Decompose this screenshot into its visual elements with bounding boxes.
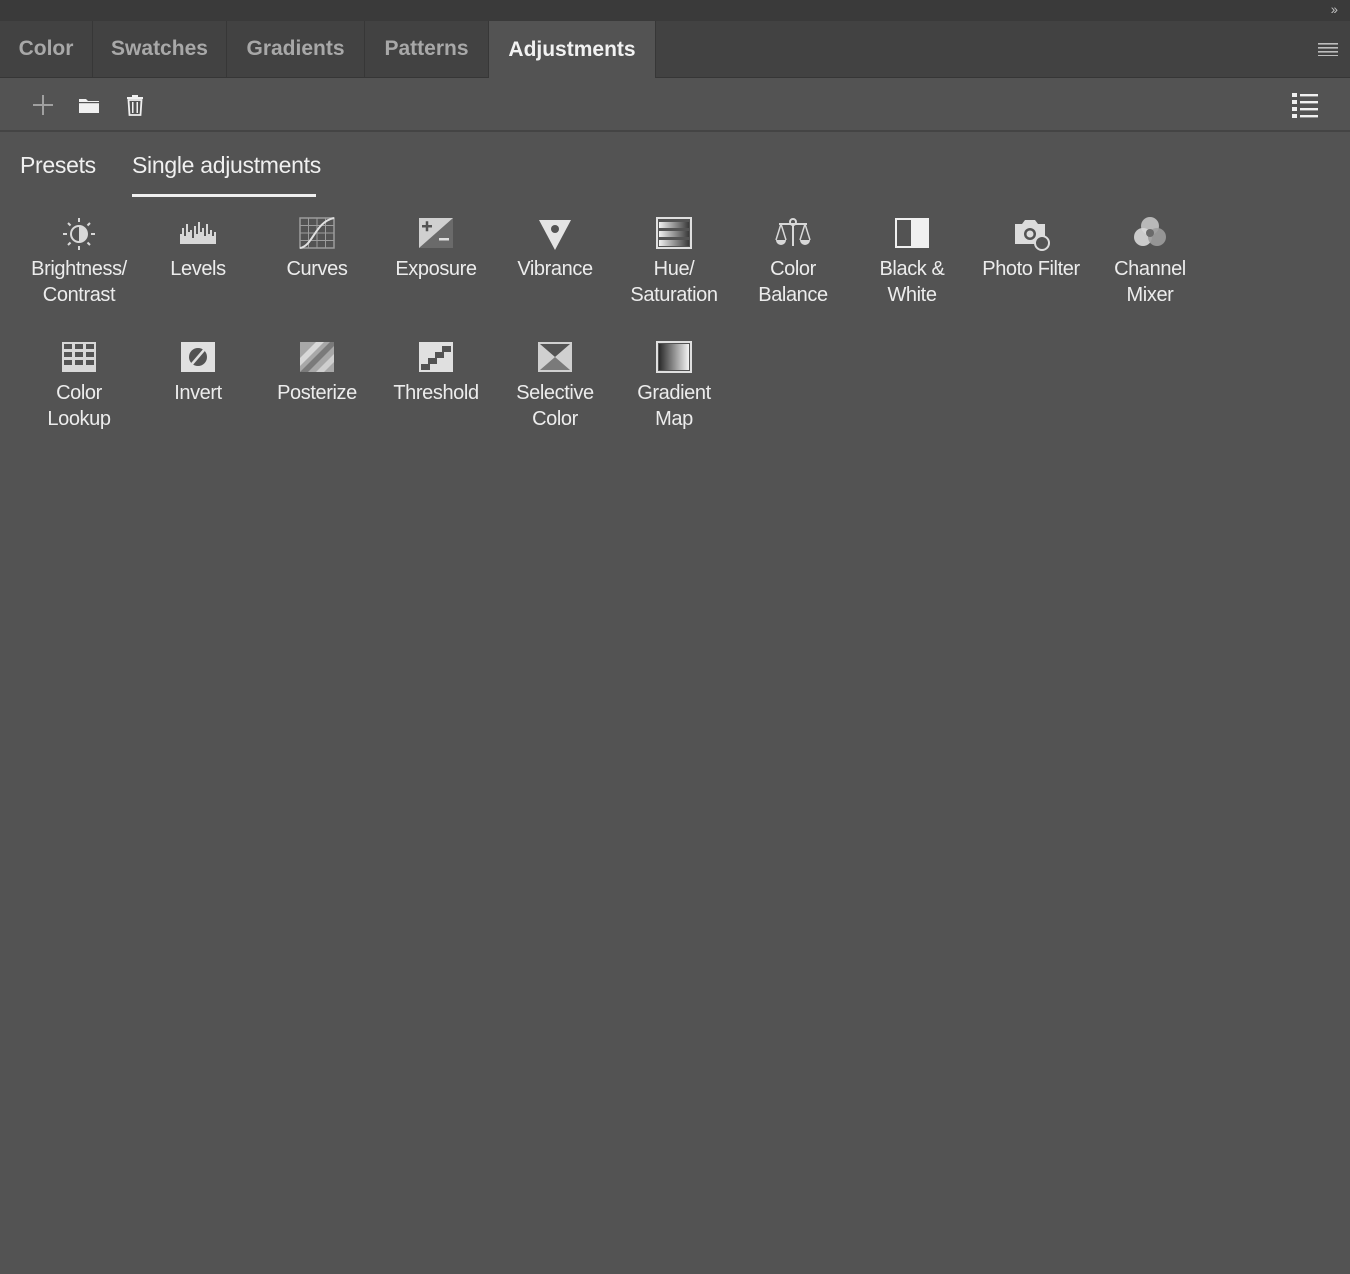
- adjustments-panel: ›› Color Swatches Gradients Patterns Adj…: [0, 0, 1350, 1274]
- adjustment-posterize[interactable]: Posterize: [258, 336, 376, 406]
- color-lookup-icon: [62, 342, 96, 372]
- adjustment-threshold[interactable]: Threshold: [377, 336, 495, 406]
- adjustment-hue-saturation[interactable]: Hue/ Saturation: [615, 212, 733, 308]
- adjustment-label: Brightness/ Contrast: [31, 258, 127, 306]
- tab-patterns[interactable]: Patterns: [365, 21, 489, 77]
- adjustment-subtabs: Presets Single adjustments: [0, 140, 1350, 200]
- exposure-icon: [419, 218, 453, 248]
- adjustment-label: Posterize: [277, 382, 357, 404]
- adjustment-vibrance[interactable]: Vibrance: [496, 212, 614, 282]
- list-view-icon[interactable]: [1290, 90, 1320, 120]
- tab-gradients[interactable]: Gradients: [227, 21, 365, 77]
- subtab-single-adjustments[interactable]: Single adjustments: [132, 152, 321, 179]
- adjustment-label: Channel Mixer: [1114, 258, 1186, 306]
- adjustment-label: Color Lookup: [47, 382, 111, 430]
- adjustment-levels[interactable]: Levels: [139, 212, 257, 282]
- adjustment-color-balance[interactable]: Color Balance: [734, 212, 852, 308]
- adjustment-selective-color[interactable]: Selective Color: [496, 336, 614, 432]
- tab-adjustments[interactable]: Adjustments: [489, 21, 656, 78]
- adjustment-label: Hue/ Saturation: [630, 258, 718, 306]
- active-subtab-indicator: [132, 194, 316, 197]
- tab-color[interactable]: Color: [0, 21, 93, 77]
- trash-icon[interactable]: [122, 92, 148, 118]
- adjustment-photo-filter[interactable]: Photo Filter: [972, 212, 1090, 282]
- photo-filter-icon: [1015, 220, 1050, 251]
- hue-saturation-icon: [656, 217, 692, 249]
- adjustment-label: Gradient Map: [637, 382, 711, 430]
- levels-icon: [180, 222, 216, 244]
- gradient-map-icon: [656, 341, 692, 373]
- plus-icon[interactable]: [30, 92, 56, 118]
- channel-mixer-icon: [1134, 217, 1166, 246]
- threshold-icon: [419, 342, 453, 372]
- black-white-icon: [895, 218, 929, 248]
- collapse-panel-icon[interactable]: ››: [1331, 1, 1338, 17]
- adjustment-label: Selective Color: [516, 382, 594, 430]
- adjustment-label: Invert: [174, 382, 222, 404]
- adjustment-curves[interactable]: Curves: [258, 212, 376, 282]
- adjustment-label: Color Balance: [758, 258, 828, 306]
- posterize-icon: [300, 342, 334, 372]
- adjustment-color-lookup[interactable]: Color Lookup: [20, 336, 138, 432]
- tab-swatches[interactable]: Swatches: [93, 21, 227, 77]
- adjustment-exposure[interactable]: Exposure: [377, 212, 495, 282]
- adjustment-label: Levels: [170, 258, 226, 280]
- adjustment-label: Black & White: [879, 258, 945, 306]
- panel-menu-icon[interactable]: [1318, 42, 1338, 56]
- adjustment-gradient-map[interactable]: Gradient Map: [615, 336, 733, 432]
- adjustment-label: Vibrance: [517, 258, 593, 280]
- subtab-presets[interactable]: Presets: [20, 152, 96, 179]
- adjustment-black-white[interactable]: Black & White: [853, 212, 971, 308]
- adjustment-label: Exposure: [395, 258, 477, 280]
- curves-icon: [299, 217, 335, 249]
- panel-tab-bar: Color Swatches Gradients Patterns Adjust…: [0, 21, 1350, 78]
- adjustment-label: Curves: [286, 258, 348, 280]
- adjustments-toolbar: [0, 78, 1350, 132]
- panel-title-bar: ››: [0, 0, 1350, 21]
- invert-icon: [181, 342, 215, 372]
- vibrance-icon: [539, 220, 571, 250]
- color-balance-icon: [775, 218, 811, 246]
- adjustment-label: Photo Filter: [982, 258, 1080, 280]
- adjustment-invert[interactable]: Invert: [139, 336, 257, 406]
- adjustment-label: Threshold: [393, 382, 479, 404]
- adjustment-channel-mixer[interactable]: Channel Mixer: [1091, 212, 1209, 308]
- adjustment-brightness-contrast[interactable]: Brightness/ Contrast: [20, 212, 138, 308]
- folder-icon[interactable]: [76, 92, 102, 118]
- selective-color-icon: [538, 342, 572, 372]
- brightness-contrast-icon: [63, 218, 95, 250]
